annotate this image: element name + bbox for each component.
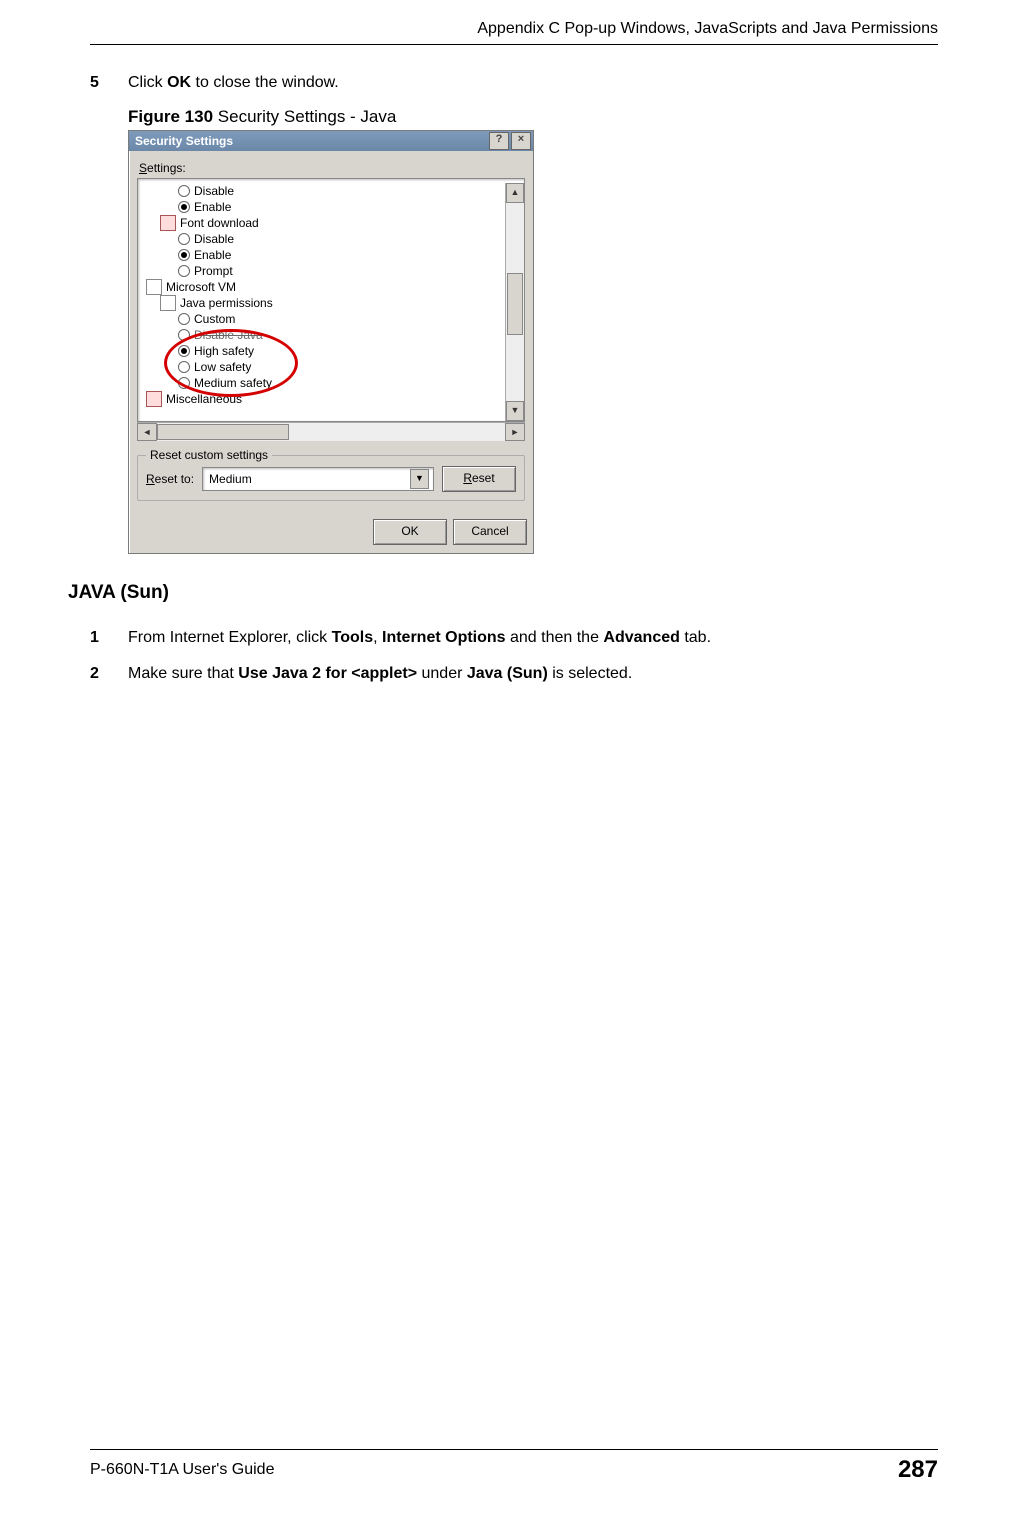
page-number: 287 [898, 1456, 938, 1484]
radio-custom[interactable]: Custom [142, 311, 505, 327]
page-footer: P-660N-T1A User's Guide 287 [90, 1449, 938, 1484]
step-text: Make sure that Use Java 2 for <applet> u… [128, 662, 938, 686]
tree-miscellaneous: Miscellaneous [142, 391, 505, 407]
dialog-title: Security Settings [135, 134, 233, 148]
scroll-thumb[interactable] [157, 424, 289, 440]
settings-listbox[interactable]: Disable Enable Font download Disable Ena… [137, 178, 525, 422]
running-header: Appendix C Pop-up Windows, JavaScripts a… [90, 20, 938, 44]
header-rule [90, 44, 938, 45]
radio-prompt[interactable]: Prompt [142, 263, 505, 279]
security-settings-dialog: Security Settings ? × Settings: Disable … [128, 130, 534, 554]
radio-icon [178, 185, 190, 197]
cancel-button[interactable]: Cancel [453, 519, 527, 545]
radio-icon [178, 201, 190, 213]
radio-icon [178, 377, 190, 389]
fieldset-legend: Reset custom settings [146, 448, 272, 462]
tree-font-download: Font download [142, 215, 505, 231]
radio-disable[interactable]: Disable [142, 231, 505, 247]
radio-icon [178, 265, 190, 277]
help-button[interactable]: ? [489, 132, 509, 150]
font-download-icon [160, 215, 176, 231]
footer-rule [90, 1449, 938, 1450]
radio-enable[interactable]: Enable [142, 247, 505, 263]
scroll-up-button[interactable]: ▲ [506, 183, 524, 203]
radio-disable[interactable]: Disable [142, 183, 505, 199]
scroll-track[interactable] [157, 423, 505, 441]
radio-icon [178, 313, 190, 325]
scroll-right-button[interactable]: ► [505, 423, 525, 441]
radio-icon [178, 345, 190, 357]
step-text: From Internet Explorer, click Tools, Int… [128, 626, 938, 650]
folder-icon [146, 391, 162, 407]
folder-icon [160, 295, 176, 311]
folder-icon [146, 279, 162, 295]
step-number: 2 [90, 662, 128, 686]
step-number: 5 [90, 71, 128, 95]
combo-value: Medium [209, 472, 252, 486]
scroll-thumb[interactable] [507, 273, 523, 335]
step-2: 2 Make sure that Use Java 2 for <applet>… [90, 662, 938, 686]
step-text: Click OK to close the window. [128, 71, 938, 95]
scroll-track[interactable] [506, 203, 524, 401]
dialog-button-row: OK Cancel [129, 507, 533, 553]
radio-icon [178, 233, 190, 245]
close-button[interactable]: × [511, 132, 531, 150]
horizontal-scrollbar[interactable]: ◄ ► [137, 422, 525, 441]
section-heading-java-sun: JAVA (Sun) [68, 582, 938, 604]
footer-guide-title: P-660N-T1A User's Guide [90, 1461, 274, 1479]
scroll-down-button[interactable]: ▼ [506, 401, 524, 421]
scroll-left-button[interactable]: ◄ [137, 423, 157, 441]
radio-icon [178, 249, 190, 261]
dialog-titlebar[interactable]: Security Settings ? × [129, 131, 533, 151]
radio-icon [178, 329, 190, 341]
figure-caption: Figure 130 Security Settings - Java [128, 107, 938, 127]
radio-disable-java[interactable]: Disable Java [142, 327, 505, 343]
reset-custom-settings-group: Reset custom settings Reset to: Medium ▼… [137, 455, 525, 501]
chevron-down-icon[interactable]: ▼ [410, 469, 429, 489]
reset-to-label: Reset to: [146, 472, 194, 486]
ok-button[interactable]: OK [373, 519, 447, 545]
radio-high-safety[interactable]: High safety [142, 343, 505, 359]
step-1: 1 From Internet Explorer, click Tools, I… [90, 626, 938, 650]
reset-button[interactable]: Reset [442, 466, 516, 492]
vertical-scrollbar[interactable]: ▲ ▼ [505, 183, 524, 421]
settings-label: Settings: [139, 161, 525, 175]
tree-java-permissions: Java permissions [142, 295, 505, 311]
step-number: 1 [90, 626, 128, 650]
tree-microsoft-vm: Microsoft VM [142, 279, 505, 295]
radio-low-safety[interactable]: Low safety [142, 359, 505, 375]
radio-enable[interactable]: Enable [142, 199, 505, 215]
reset-to-combobox[interactable]: Medium ▼ [202, 467, 434, 491]
radio-medium-safety[interactable]: Medium safety [142, 375, 505, 391]
step-5: 5 Click OK to close the window. [90, 71, 938, 95]
radio-icon [178, 361, 190, 373]
